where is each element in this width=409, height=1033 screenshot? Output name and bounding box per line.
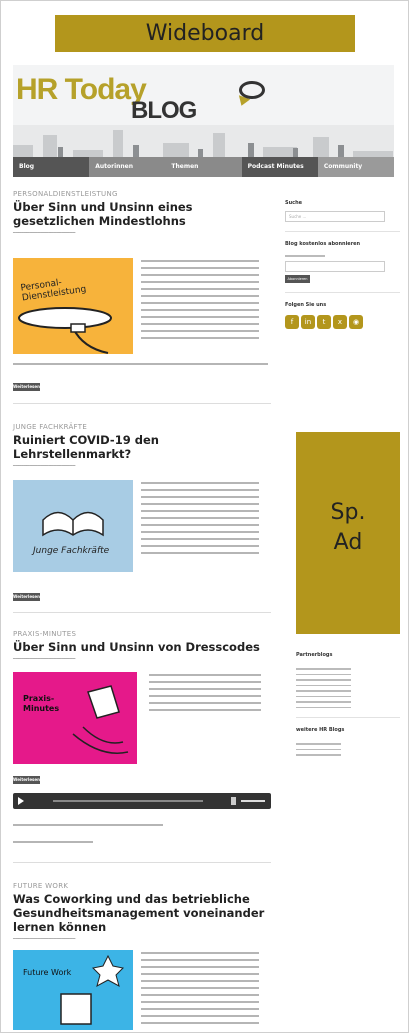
post-1-thumbnail[interactable]: Personal-Dienstleistung — [13, 258, 133, 354]
nav-item-podcast[interactable]: Podcast Minutes — [241, 157, 318, 177]
post-1: PERSONALDIENSTLEISTUNG Über Sinn und Uns… — [13, 190, 271, 236]
twitter-icon[interactable]: t — [317, 314, 331, 329]
nav-item-themen[interactable]: Themen — [165, 157, 242, 177]
subscribe-widget-title: Blog kostenlos abonnieren — [285, 241, 361, 247]
nav-item-community[interactable]: Community — [317, 157, 395, 177]
sidebar-divider — [285, 291, 400, 293]
podcast-links[interactable] — [13, 824, 163, 831]
chair-illustration — [60, 954, 125, 1025]
main-navigation: Blog Autorinnen Themen Podcast Minutes C… — [13, 157, 395, 177]
waiter-tray-illustration — [18, 307, 112, 354]
audio-player[interactable] — [13, 793, 271, 809]
sidebar: Suche Suche ... Blog kostenlos abonniere… — [285, 190, 400, 329]
email-field[interactable] — [285, 260, 385, 272]
podcast-subscribe[interactable] — [13, 841, 93, 848]
subscribe-label — [285, 255, 325, 257]
sidebar-divider — [285, 231, 400, 232]
post-title[interactable]: Über Sinn und Unsinn von Dresscodes — [13, 640, 271, 654]
partner-blog-list[interactable] — [296, 668, 351, 708]
rss-icon[interactable]: ◉ — [349, 314, 363, 329]
more-blogs-list[interactable] — [296, 743, 341, 756]
social-icons: f in t x ◉ — [285, 314, 375, 329]
logo-blog: BLOG — [131, 97, 197, 124]
divider — [13, 403, 271, 404]
ad-line-1: Sp. — [330, 500, 366, 525]
post-4: FUTURE WORK Was Coworking und das betrie… — [13, 882, 271, 942]
nav-item-autorinnen[interactable]: Autorinnen — [89, 157, 166, 177]
volume-slider[interactable] — [241, 800, 265, 802]
ad-line-2: Ad — [333, 530, 363, 555]
thumb-caption: Junge Fachkräfte — [33, 546, 110, 556]
sidebar-ad[interactable]: Sp. Ad — [296, 432, 400, 634]
post-3-excerpt — [149, 674, 261, 716]
post-title[interactable]: Ruiniert COVID-19 den Lehrstellenmarkt? — [13, 433, 213, 461]
post-meta: ━━━━━━━━━━━━━━━━━━━━━━━ — [13, 657, 76, 662]
volume-icon[interactable] — [231, 797, 236, 805]
divider — [13, 612, 271, 613]
post-title[interactable]: Über Sinn und Unsinn eines gesetzlichen … — [13, 200, 271, 228]
wideboard-ad[interactable]: Wideboard — [55, 15, 355, 52]
xing-icon[interactable]: x — [333, 314, 347, 329]
partner-blogs-widget: Partnerblogs weitere HR Blogs — [296, 652, 400, 760]
thumb-caption: Future Work — [23, 968, 72, 977]
post-2: JUNGE FACHKRÄFTE Ruiniert COVID-19 den L… — [13, 423, 271, 469]
post-4-thumbnail[interactable]: Future Work — [13, 950, 133, 1030]
partner-widget-title: Partnerblogs — [296, 652, 333, 658]
nav-item-blog[interactable]: Blog — [13, 157, 90, 177]
follow-widget-title: Folgen Sie uns — [285, 301, 327, 308]
lamp-illustration — [72, 685, 129, 754]
post-meta: ━━━━━━━━━━━━━━━━━━━━━━━ — [13, 464, 76, 469]
facebook-icon[interactable]: f — [285, 314, 299, 329]
post-2-excerpt — [141, 482, 259, 559]
play-icon[interactable] — [18, 797, 24, 805]
search-input[interactable]: Suche ... — [285, 211, 385, 222]
sidebar-divider — [296, 717, 400, 718]
search-widget-title: Suche — [285, 200, 303, 206]
post-2-thumbnail[interactable]: Junge Fachkräfte — [13, 480, 133, 572]
post-3: PRAXIS-MINUTES Über Sinn und Unsinn von … — [13, 630, 271, 662]
more-blogs-widget-title: weitere HR Blogs — [296, 727, 345, 733]
post-kicker[interactable]: JUNGE FACHKRÄFTE — [13, 423, 271, 431]
post-meta: ━━━━━━━━━━━━━━━━━━━━━━━ — [13, 231, 76, 236]
speech-bubble-icon — [239, 81, 265, 99]
divider — [13, 862, 271, 863]
thumb-caption: Praxis-Minutes — [23, 694, 60, 713]
subscribe-button[interactable]: Abonnieren — [285, 274, 310, 283]
read-more-button[interactable]: Weiterlesen — [13, 383, 40, 391]
post-3-thumbnail[interactable]: Praxis-Minutes — [13, 672, 137, 764]
post-4-excerpt — [141, 952, 259, 1029]
linkedin-icon[interactable]: in — [301, 314, 315, 329]
read-more-button[interactable]: Weiterlesen — [13, 593, 40, 601]
audio-progress-bar[interactable] — [53, 800, 203, 802]
post-kicker[interactable]: PERSONALDIENSTLEISTUNG — [13, 190, 271, 198]
post-title[interactable]: Was Coworking und das betriebliche Gesun… — [13, 892, 271, 934]
post-kicker[interactable]: FUTURE WORK — [13, 882, 271, 890]
logo-hr-today: HR Today — [16, 73, 147, 106]
post-kicker[interactable]: PRAXIS-MINUTES — [13, 630, 271, 638]
post-1-excerpt — [141, 260, 259, 344]
post-meta: ━━━━━━━━━━━━━━━━━━━━━━━ — [13, 937, 76, 942]
open-book-illustration — [42, 511, 104, 537]
post-1-excerpt-cont — [13, 363, 271, 370]
read-more-button[interactable]: Weiterlesen — [13, 776, 40, 784]
